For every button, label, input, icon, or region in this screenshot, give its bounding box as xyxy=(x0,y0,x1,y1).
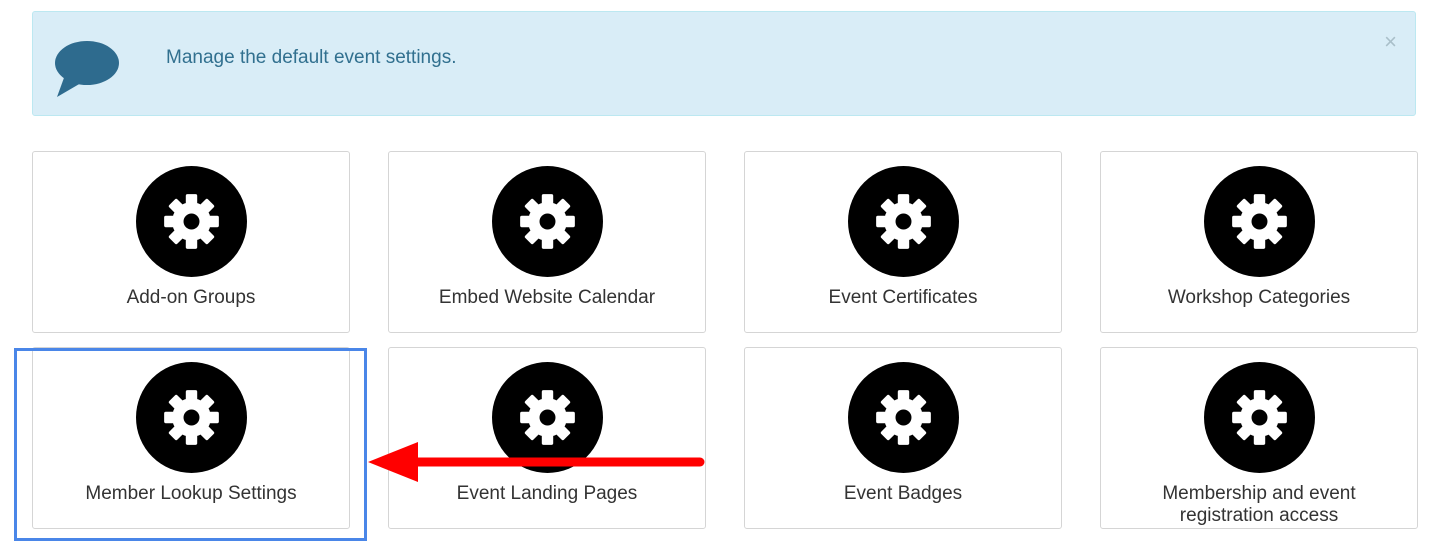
tile-event-certificates[interactable]: Event Certificates xyxy=(744,151,1062,333)
tile-label: Add-on Groups xyxy=(126,287,256,308)
tile-member-lookup-settings[interactable]: Member Lookup Settings xyxy=(32,347,350,529)
alert-message: Manage the default event settings. xyxy=(166,47,457,68)
tile-label: Member Lookup Settings xyxy=(85,483,297,504)
tile-label: Event Certificates xyxy=(828,287,978,308)
tile-label: Event Badges xyxy=(843,483,963,504)
tile-add-on-groups[interactable]: Add-on Groups xyxy=(32,151,350,333)
gear-icon xyxy=(136,362,247,473)
tile-label: Embed Website Calendar xyxy=(438,287,656,308)
tile-embed-website-calendar[interactable]: Embed Website Calendar xyxy=(388,151,706,333)
info-alert: Manage the default event settings. × xyxy=(32,11,1416,116)
tile-label: Workshop Categories xyxy=(1167,287,1351,308)
close-icon[interactable]: × xyxy=(1384,31,1397,53)
gear-icon xyxy=(492,362,603,473)
tile-label: Event Landing Pages xyxy=(456,483,638,504)
gear-icon xyxy=(1204,362,1315,473)
tile-workshop-categories[interactable]: Workshop Categories xyxy=(1100,151,1418,333)
gear-icon xyxy=(1204,166,1315,277)
gear-icon xyxy=(848,166,959,277)
tile-event-landing-pages[interactable]: Event Landing Pages xyxy=(388,347,706,529)
tile-membership-and-event-registration-access[interactable]: Membership and event registration access xyxy=(1100,347,1418,529)
gear-icon xyxy=(848,362,959,473)
gear-icon xyxy=(492,166,603,277)
tile-label: Membership and event registration access xyxy=(1162,483,1356,526)
speech-bubble-icon xyxy=(55,41,119,97)
gear-icon xyxy=(136,166,247,277)
tile-event-badges[interactable]: Event Badges xyxy=(744,347,1062,529)
